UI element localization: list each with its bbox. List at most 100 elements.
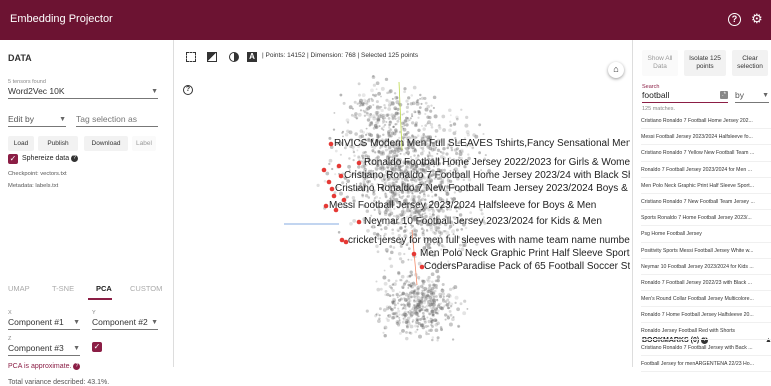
search-result-item[interactable]: Ronaldo 7 Home Football Jersey Halfsleev… (641, 307, 771, 324)
search-by-select[interactable]: by ▼ (735, 90, 769, 103)
search-result-item[interactable]: Ronaldo 7 Football Jersey 2023/2024 for … (641, 162, 771, 178)
data-point (365, 107, 369, 112)
data-point (400, 196, 404, 200)
z-component-select[interactable]: Component #3 ▼ (8, 343, 80, 356)
search-result-item[interactable]: Messi Football Jersey 2023/2024 Halfslee… (641, 129, 771, 146)
sphereize-checkbox[interactable]: ✓ (8, 154, 18, 164)
nightmode-toggle-icon[interactable] (207, 52, 217, 62)
load-button[interactable]: Load (8, 136, 34, 151)
data-point (350, 113, 354, 117)
data-point (375, 280, 378, 283)
chevron-down-icon: ▼ (151, 319, 158, 326)
clear-selection-button[interactable]: Clear selection (732, 50, 768, 76)
search-input[interactable]: football .* (642, 90, 728, 103)
data-point (450, 302, 454, 306)
labels-toggle-icon[interactable]: A (247, 52, 257, 62)
data-point (411, 121, 415, 125)
x-component-select[interactable]: Component #1 ▼ (8, 317, 80, 330)
data-point (422, 315, 426, 318)
download-button[interactable]: Download (84, 136, 128, 151)
sphereize-label: Sphereize data (22, 155, 70, 162)
search-result-item[interactable]: Cristiano Ronaldo 7 Football Home Jersey… (641, 113, 771, 130)
y-component-value: Component #2 (92, 317, 148, 327)
data-point (388, 90, 392, 94)
data-point (436, 275, 441, 279)
data-point (375, 312, 380, 316)
label-button[interactable]: Label (132, 136, 156, 151)
data-point (363, 114, 367, 117)
data-point (421, 311, 425, 315)
search-result-item[interactable]: Cristiano Ronaldo 7 New Football Team Je… (641, 194, 771, 211)
data-point (348, 130, 353, 135)
search-result-item[interactable]: Psg Home Football Jersey (641, 226, 771, 243)
data-point (404, 298, 408, 303)
search-result-item[interactable]: Cristiano Ronaldo 7 Yellow New Football … (641, 145, 771, 162)
tab-tsne[interactable]: T-SNE (52, 284, 74, 293)
tab-custom[interactable]: CUSTOM (130, 284, 162, 293)
data-point (444, 318, 447, 321)
data-point (426, 308, 429, 311)
data-point (398, 196, 401, 198)
data-point (399, 257, 403, 261)
data-point (429, 109, 433, 113)
search-result-item[interactable]: Sports Ronaldo 7 Home Football Jersey 20… (641, 210, 771, 227)
data-point (411, 134, 414, 138)
data-point (400, 303, 403, 306)
publish-button[interactable]: Publish (38, 136, 78, 151)
data-point (371, 150, 375, 154)
data-point (459, 302, 463, 306)
data-point (432, 95, 437, 100)
data-point (357, 165, 361, 169)
data-point (452, 122, 457, 126)
regex-toggle-icon[interactable]: .* (720, 91, 728, 99)
point-label: Cristiano Ronaldo 7 New Football Team Je… (335, 183, 630, 194)
search-result-item[interactable]: Men's Round Collar Football Jersey Multi… (641, 291, 771, 308)
isolate-points-button[interactable]: Isolate 125 points (684, 50, 726, 76)
night-mode-moon-icon[interactable] (229, 52, 239, 62)
data-point (434, 311, 437, 314)
tab-umap[interactable]: UMAP (8, 284, 30, 293)
data-point (454, 301, 457, 305)
data-point (437, 309, 440, 312)
tab-pca[interactable]: PCA (96, 284, 112, 293)
data-point (416, 318, 419, 322)
bounding-box-select-icon[interactable] (186, 52, 196, 62)
tag-selection-input[interactable]: Tag selection as (76, 114, 158, 127)
scatter-plot[interactable]: RIVICS Modern Men Full SLEAVES Tshirts,F… (174, 70, 630, 367)
data-point (432, 284, 435, 286)
help-icon[interactable]: ? (71, 155, 79, 162)
search-result-item[interactable]: Football Jersey for menARGENTENA 22/23 H… (641, 356, 771, 372)
data-point (366, 99, 371, 103)
search-result-item[interactable]: Cristiano Ronaldo 7 Football Jersey with… (641, 340, 771, 356)
y-component-select[interactable]: Component #2 ▼ (92, 317, 158, 330)
data-point (375, 110, 380, 115)
search-result-item[interactable]: Positivity Sports Messi Football Jersey … (641, 243, 771, 259)
data-point (392, 315, 396, 320)
data-point (405, 324, 409, 327)
data-point (421, 149, 425, 153)
data-point (406, 117, 410, 120)
gear-icon[interactable]: ⚙ (751, 11, 763, 26)
show-all-data-button[interactable]: Show All Data (642, 50, 678, 76)
edit-by-select[interactable]: Edit by ▼ (8, 114, 66, 127)
z-component-value: Component #3 (8, 343, 64, 353)
data-point (334, 149, 338, 153)
data-point (365, 127, 368, 130)
z-enable-checkbox[interactable]: ✓ (92, 342, 102, 352)
data-point (384, 195, 388, 199)
selected-point (411, 251, 417, 257)
data-point (397, 251, 402, 256)
search-result-item[interactable]: Men Polo Neck Graphic Print Half Sleeve … (641, 178, 771, 194)
data-point (436, 336, 440, 340)
data-point (447, 306, 450, 310)
data-point (432, 106, 435, 110)
search-result-item[interactable]: Neymar 10 Football Jersey 2023/2024 for … (641, 259, 771, 275)
help-circle-icon[interactable]: ? (728, 13, 741, 26)
data-point (372, 83, 376, 87)
search-result-item[interactable]: Ronaldo 7 Football Jersey 2022/23 with B… (641, 275, 771, 292)
search-result-item[interactable]: Ronaldo Jersey Football Red with Shorts (641, 323, 771, 340)
tensor-select[interactable]: Word2Vec 10K ▼ (8, 86, 158, 99)
data-point (396, 119, 400, 123)
data-point (444, 313, 448, 317)
data-point (482, 132, 485, 136)
